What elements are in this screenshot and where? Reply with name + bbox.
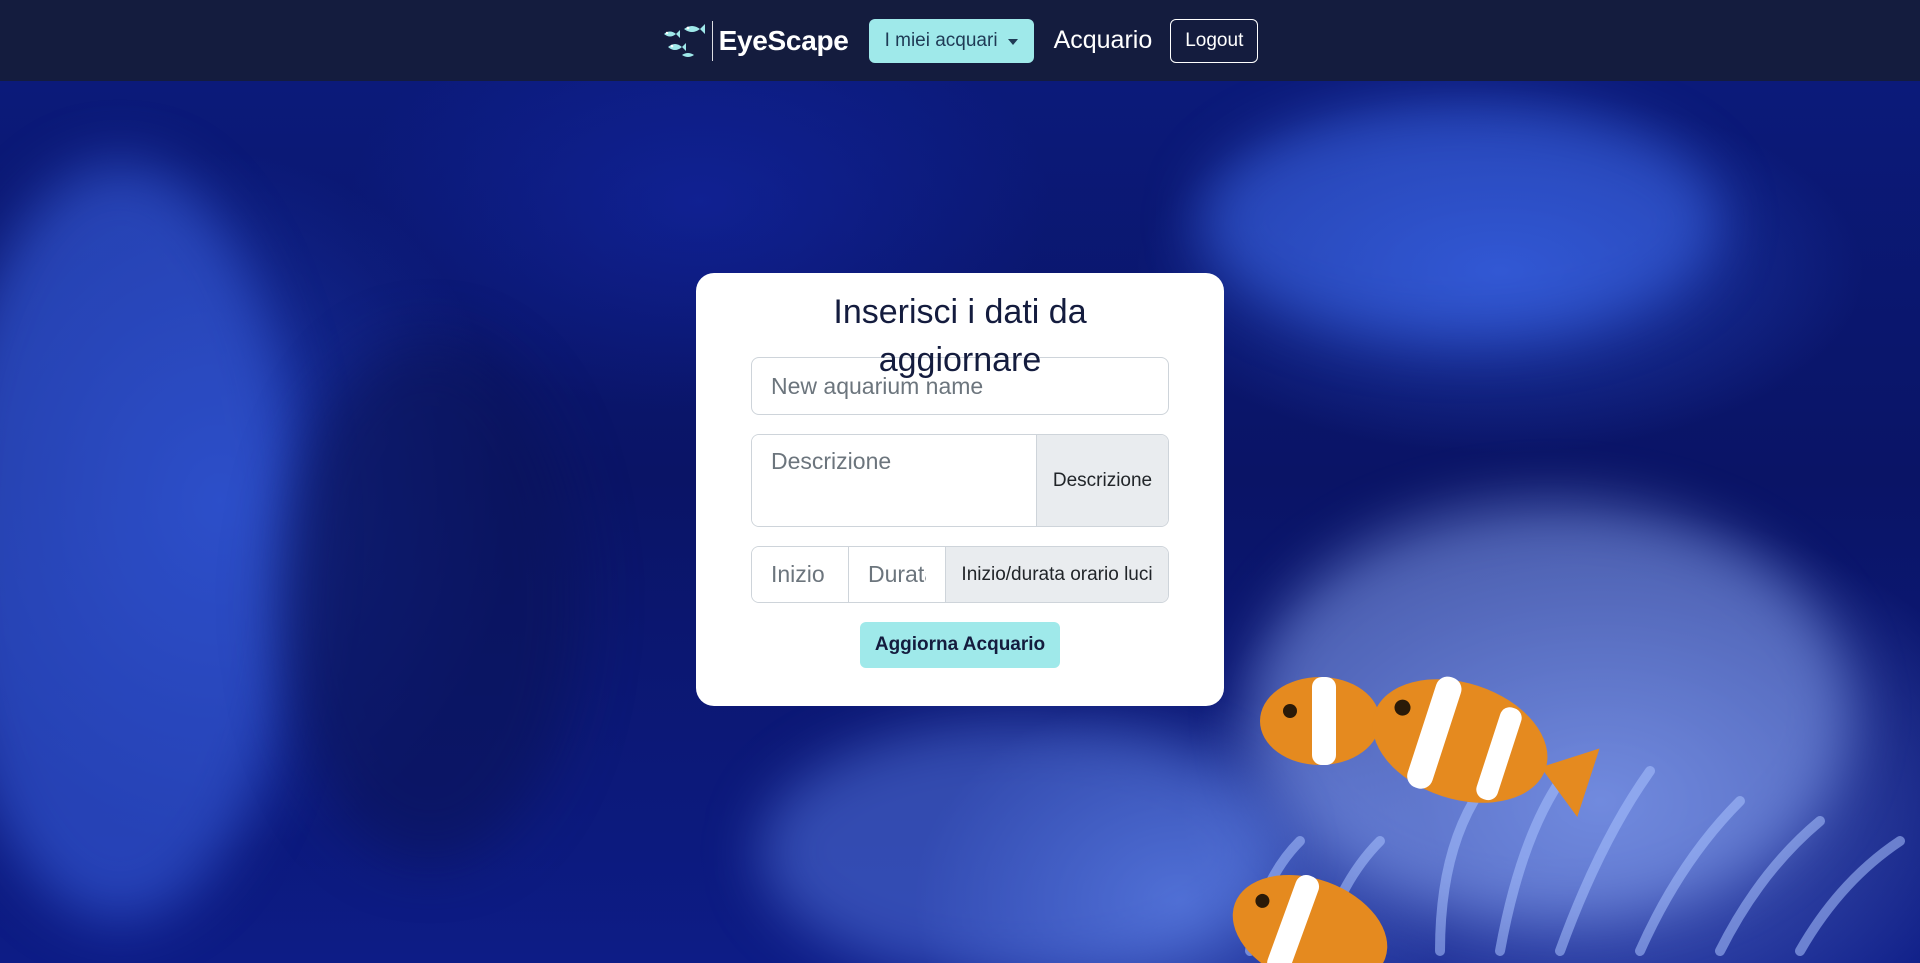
my-aquariums-dropdown-button[interactable]: I miei acquari xyxy=(868,18,1034,63)
update-aquarium-card: Inserisci i dati da aggiornare Descrizio… xyxy=(696,273,1224,706)
nav-link-aquarium[interactable]: Acquario xyxy=(1054,26,1153,55)
form-title: Inserisci i dati da aggiornare xyxy=(833,293,1087,379)
lights-start-input[interactable] xyxy=(752,547,849,602)
fish-logo-icon xyxy=(663,23,705,57)
top-navbar: EyeScape I miei acquari Acquario Logout xyxy=(0,0,1920,81)
description-addon: Descrizione xyxy=(1037,435,1168,526)
brand-divider xyxy=(711,20,713,61)
description-textarea[interactable] xyxy=(752,435,1037,526)
update-aquarium-button[interactable]: Aggiorna Acquario xyxy=(859,622,1061,668)
dropdown-label: I miei acquari xyxy=(884,29,998,51)
aquarium-name-input[interactable] xyxy=(771,372,1149,400)
logout-button[interactable]: Logout xyxy=(1170,18,1259,63)
brand-name: EyeScape xyxy=(718,24,849,56)
lights-schedule-addon: Inizio/durata orario luci xyxy=(946,547,1168,602)
lights-duration-input[interactable] xyxy=(849,547,946,602)
submit-wrapper: Aggiorna Acquario xyxy=(751,622,1169,668)
description-input-group: Descrizione xyxy=(751,434,1169,527)
caret-down-icon xyxy=(1007,38,1018,45)
brand[interactable]: EyeScape xyxy=(662,16,849,66)
lights-schedule-input-group: Inizio/durata orario luci xyxy=(751,546,1169,603)
